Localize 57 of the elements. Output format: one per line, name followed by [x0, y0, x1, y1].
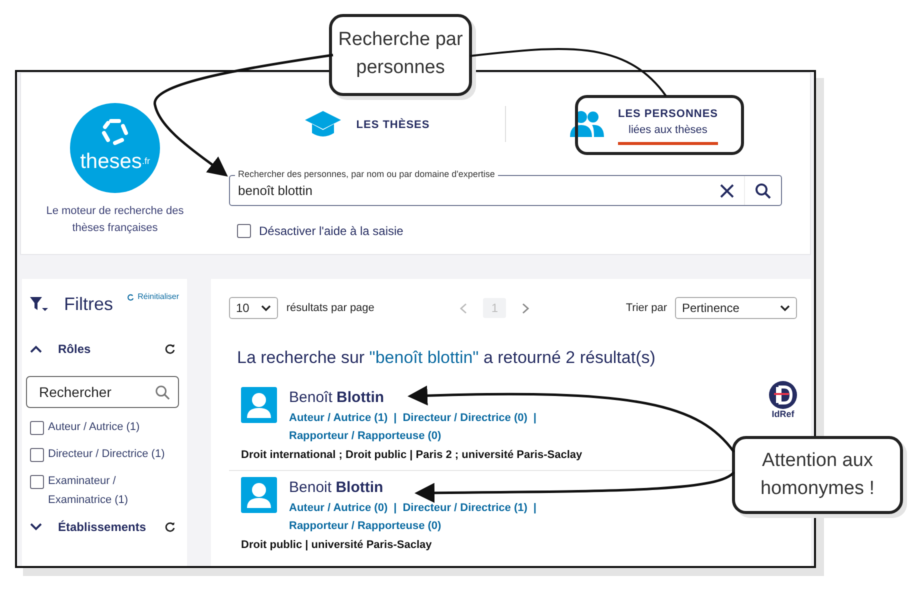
search-icon [755, 182, 771, 198]
checkbox[interactable] [30, 448, 44, 462]
refresh-icon [126, 294, 134, 300]
checkbox-label[interactable]: Directeur / Directrice (1) [48, 445, 165, 464]
tab[interactable]: LES THÈSES [229, 108, 505, 140]
results-summary: La recherche sur "benoît blottin" a retourné 2 résultat(s) [237, 347, 656, 369]
filter-icon [30, 297, 48, 313]
tab[interactable]: LES PERSONNES liées aux thèses [506, 102, 782, 146]
logo-text: theses$^{.fr}$ [80, 149, 150, 176]
section-toggle[interactable]: Établissements [30, 518, 146, 536]
checkbox[interactable] [30, 421, 44, 435]
field-label: Rechercher des personnes, par nom ou par domaine d'expertise [235, 169, 498, 180]
sort-select[interactable]: Pertinence [675, 297, 797, 319]
separator: | [533, 501, 536, 516]
idref-label[interactable]: IdRef [772, 408, 794, 418]
role-link[interactable]: Auteur / Autrice (1) [289, 409, 388, 427]
panel-title: Filtres [64, 293, 113, 316]
person-name[interactable]: Benoit Blottin [289, 476, 689, 499]
chevron-left-icon [460, 302, 468, 314]
separator: | [533, 411, 536, 426]
role-link[interactable]: Directeur / Directrice (0) [402, 409, 528, 427]
separator: | [394, 411, 397, 426]
user-avatar-icon [241, 476, 277, 512]
people-icon [570, 110, 604, 138]
filter-search-field[interactable]: Rechercher [26, 376, 179, 408]
id-logo-icon [769, 380, 797, 408]
role-link[interactable]: Rapporteur / Rapporteuse (0) [289, 517, 442, 535]
checkbox-label[interactable]: Désactiver l'aide à la saisie [259, 222, 404, 240]
checkbox[interactable] [30, 475, 44, 489]
graduation-cap-icon [304, 109, 342, 139]
chevron-right-icon [522, 302, 530, 314]
section-toggle[interactable]: Rôles [30, 340, 91, 358]
page-size-select[interactable]: 10 [229, 297, 278, 319]
role-link[interactable]: Directeur / Directrice (1) [402, 499, 528, 517]
sort-label: Trier par [626, 300, 667, 316]
checkbox-label[interactable]: Examinateur / Examinatrice (1) [48, 472, 179, 510]
close-icon [720, 184, 734, 198]
tagline: Le moteur de recherche des thèses françaises [45, 204, 185, 236]
separator: | [394, 501, 397, 516]
caret-icon [261, 304, 272, 312]
refresh-icon [165, 522, 175, 532]
next-page-button[interactable] [522, 302, 530, 314]
role-link[interactable]: Auteur / Autrice (0) [289, 499, 388, 517]
person-name[interactable]: Benoît Blottin [289, 386, 689, 409]
checkbox-label[interactable]: Auteur / Autrice (1) [48, 418, 140, 437]
star-icon [100, 118, 130, 146]
reset-button[interactable]: Réinitialiser [126, 291, 179, 303]
search-icon [155, 384, 170, 400]
chevron-down-icon [30, 523, 42, 531]
checkbox[interactable] [237, 224, 251, 238]
person-details: Droit public | université Paris-Saclay [241, 538, 433, 553]
user-avatar-icon [241, 386, 277, 422]
role-link[interactable]: Rapporteur / Rapporteuse (0) [289, 427, 442, 445]
refresh-icon [165, 344, 175, 354]
chevron-up-icon [30, 345, 42, 353]
caret-icon [780, 304, 790, 312]
per-page-label: résultats par page [286, 300, 374, 316]
